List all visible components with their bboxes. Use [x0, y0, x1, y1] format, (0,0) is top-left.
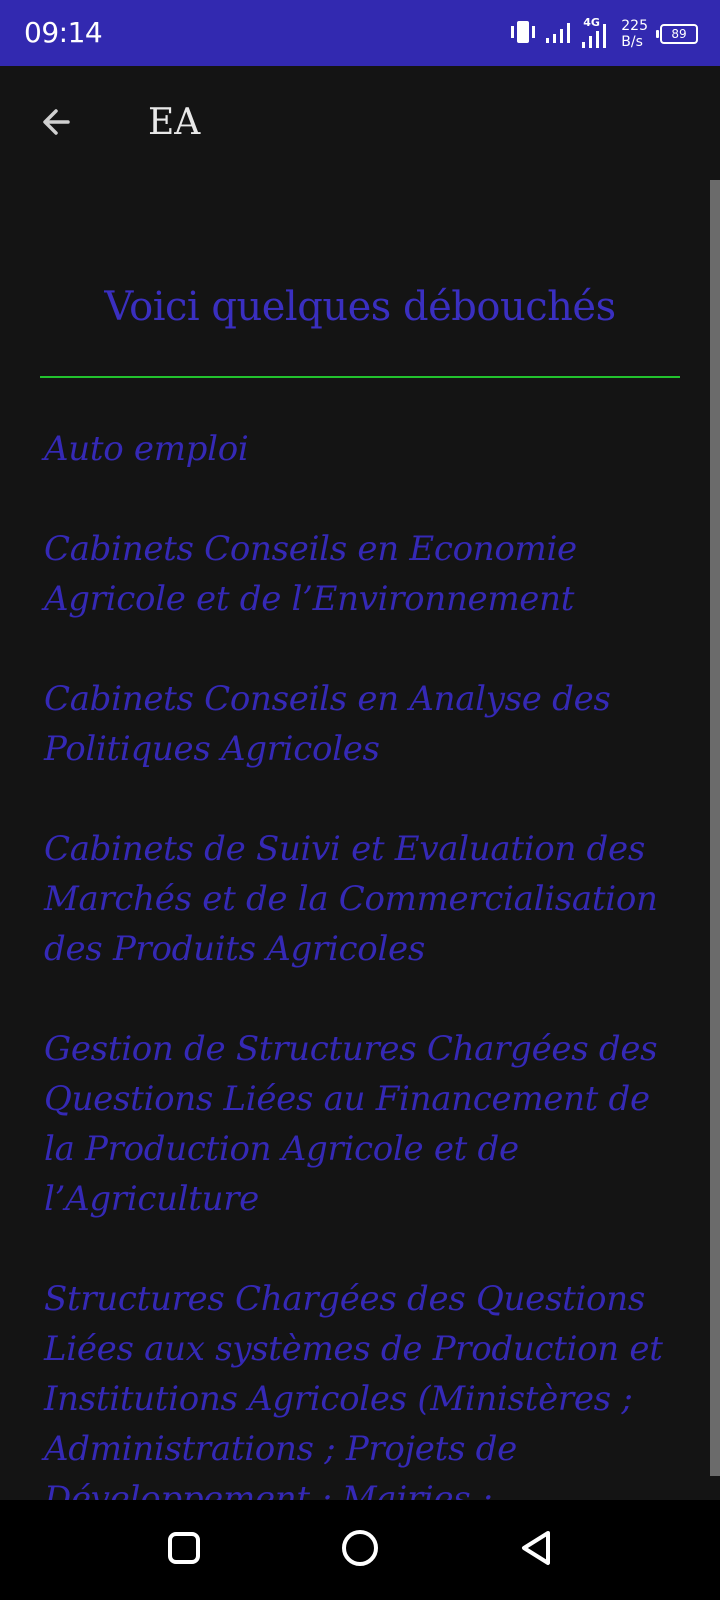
network-speed-unit: B/s — [621, 34, 643, 50]
app-bar: EA — [0, 66, 720, 184]
page-heading: Voici quelques débouchés — [104, 284, 616, 330]
home-icon — [340, 1528, 380, 1572]
status-time: 09:14 — [24, 16, 103, 49]
vibrate-icon — [509, 18, 537, 50]
list-item: Cabinets Conseils en Economie Agricole e… — [44, 529, 577, 619]
back-button[interactable] — [34, 102, 78, 146]
signal-4g-icon: 4G — [581, 16, 611, 50]
list-item: Cabinets de Suivi et Evaluation des Marc… — [44, 829, 658, 969]
signal-icon — [545, 20, 573, 48]
battery-icon: 89 — [656, 24, 698, 44]
scrollbar[interactable] — [710, 180, 720, 1476]
debouches-list: Auto emploi Cabinets Conseils en Economi… — [44, 424, 684, 1500]
back-nav-button[interactable] — [512, 1526, 560, 1574]
battery-level: 89 — [671, 27, 687, 41]
arrow-back-icon — [38, 104, 74, 144]
content-scroll-area[interactable]: Voici quelques débouchés Auto emploi Cab… — [0, 184, 710, 1500]
list-item: Gestion de Structures Chargées des Quest… — [44, 1029, 658, 1219]
recent-apps-button[interactable] — [160, 1526, 208, 1574]
status-icons: 4G 225 B/s 89 — [509, 14, 698, 54]
status-bar: 09:14 4G 225 B/s 89 — [0, 0, 720, 66]
network-speed: 225 B/s — [621, 18, 648, 50]
list-item: Auto emploi — [44, 429, 249, 469]
list-item: Cabinets Conseils en Analyse des Politiq… — [44, 679, 611, 769]
network-speed-value: 225 — [621, 18, 648, 34]
list-item: Structures Chargées des Questions Liées … — [44, 1279, 663, 1500]
back-triangle-icon — [518, 1529, 554, 1571]
recent-apps-icon — [166, 1530, 202, 1570]
heading-divider — [40, 376, 680, 378]
app-title: EA — [148, 102, 201, 143]
home-button[interactable] — [336, 1526, 384, 1574]
system-nav-bar — [0, 1500, 720, 1600]
